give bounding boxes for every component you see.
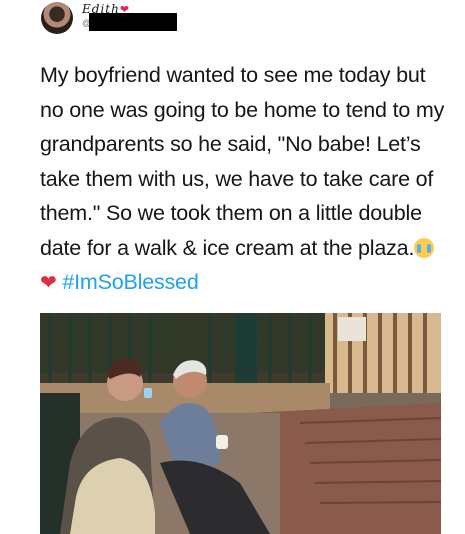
photo-illustration bbox=[40, 313, 441, 534]
hashtag-link[interactable]: #ImSoBlessed bbox=[62, 270, 198, 294]
crying-face-icon bbox=[414, 237, 435, 258]
red-heart-icon: ❤ bbox=[40, 272, 57, 294]
tweet-photo[interactable] bbox=[40, 313, 441, 534]
tweet-body: My boyfriend wanted to see me today but … bbox=[40, 63, 445, 260]
redaction-bar bbox=[89, 13, 177, 31]
tweet-text: My boyfriend wanted to see me today but … bbox=[40, 58, 450, 301]
avatar[interactable] bbox=[41, 2, 73, 34]
